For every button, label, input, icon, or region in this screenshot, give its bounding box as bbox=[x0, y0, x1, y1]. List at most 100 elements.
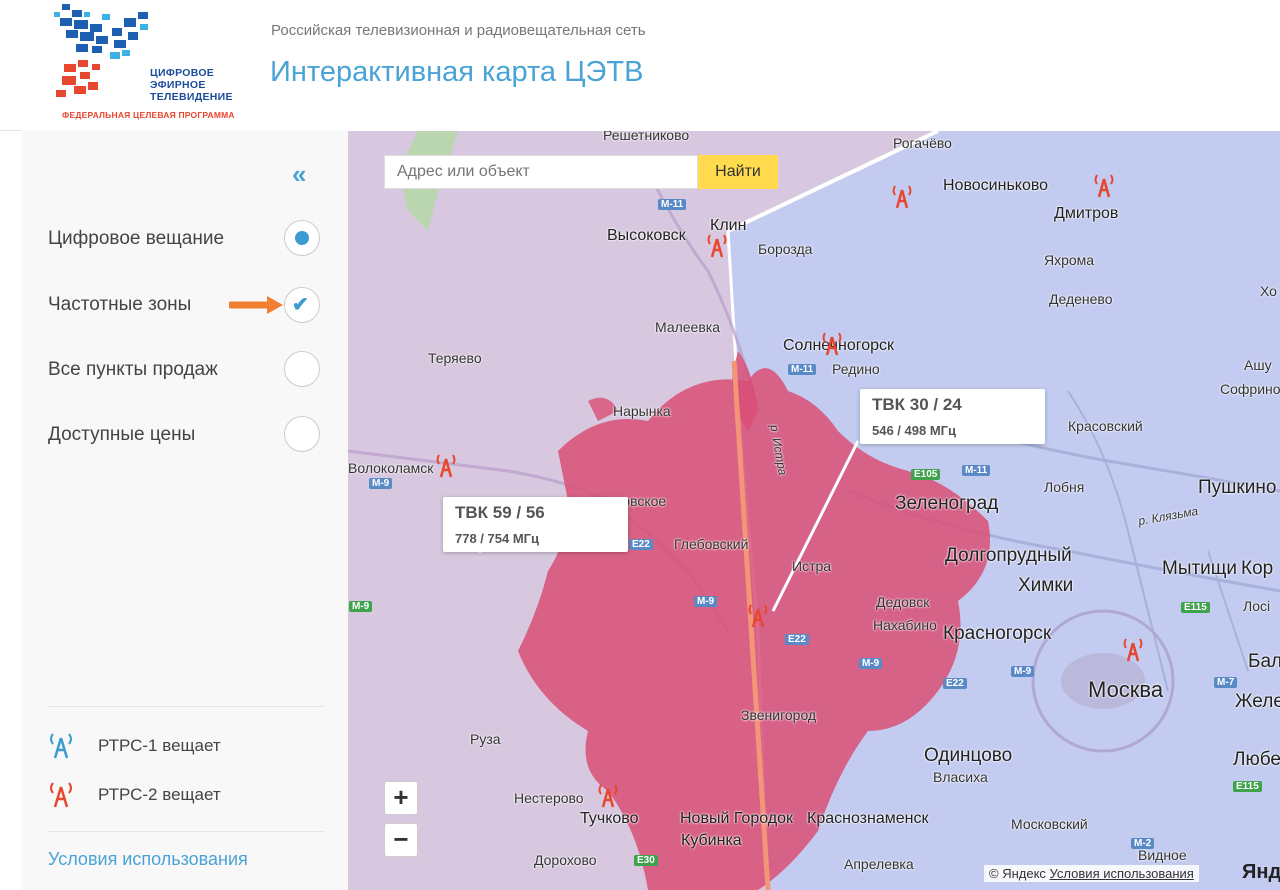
place-label: Дорохово bbox=[534, 852, 597, 868]
tower-red-icon[interactable] bbox=[1094, 173, 1114, 199]
logo-program: ФЕДЕРАЛЬНАЯ ЦЕЛЕВАЯ ПРОГРАММА bbox=[62, 110, 235, 120]
zoom-out-button[interactable]: − bbox=[384, 823, 418, 857]
zone-label-tvk59[interactable]: ТВК 59 / 56 778 / 754 МГц bbox=[443, 497, 628, 552]
copyright-text: © Яндекс bbox=[989, 866, 1046, 881]
layer-label-points-of-sale: Все пункты продаж bbox=[48, 359, 218, 380]
tower-red-icon[interactable] bbox=[598, 783, 618, 809]
place-label: Красногорск bbox=[943, 623, 1052, 644]
terms-divider bbox=[48, 831, 324, 832]
tower-red-icon[interactable] bbox=[892, 184, 912, 210]
place-label: Власиха bbox=[933, 769, 988, 785]
road-shield: M-9 bbox=[694, 596, 718, 607]
road-shield: M-11 bbox=[788, 364, 817, 375]
yandex-brand: Янде bbox=[1242, 861, 1280, 883]
place-label: Нестерово bbox=[514, 790, 584, 806]
layer-label-frequency-zones: Частотные зоны bbox=[48, 294, 192, 315]
zone-frequency: 546 / 498 МГц bbox=[872, 423, 957, 438]
place-label: Деденево bbox=[1049, 291, 1113, 307]
road-shield: M-11 bbox=[658, 199, 687, 210]
logo-line: ЦИФРОВОЕ bbox=[150, 67, 215, 79]
place-label: Теряево bbox=[428, 350, 482, 366]
zone-label-tvk30[interactable]: ТВК 30 / 24 546 / 498 МГц bbox=[860, 389, 1045, 444]
checkmark-icon: ✔ bbox=[292, 294, 309, 316]
place-label: Волоколамск bbox=[348, 460, 434, 476]
tower-red-icon[interactable] bbox=[436, 453, 456, 479]
tower-red-icon[interactable] bbox=[707, 233, 727, 259]
place-label: Краснознаменск bbox=[807, 810, 929, 827]
layer-radio-digital-broadcast[interactable] bbox=[284, 220, 320, 256]
map-copyright: © Яндекс Условия использования bbox=[984, 865, 1199, 882]
place-label: Московский bbox=[1011, 816, 1088, 832]
place-label: Высоковск bbox=[607, 227, 686, 244]
zone-channel: ТВК 59 / 56 bbox=[455, 503, 545, 522]
place-label: Долгопрудный bbox=[945, 545, 1072, 566]
place-label: Нахабино bbox=[873, 617, 937, 633]
legend-label: РТРС-1 вещает bbox=[98, 736, 221, 755]
logo-butterfly-icon bbox=[54, 4, 148, 97]
place-label: Красовский bbox=[1068, 418, 1143, 434]
road-shield: M-9 bbox=[369, 478, 393, 489]
road-shield: E30 bbox=[634, 855, 658, 866]
tower-blue-icon bbox=[50, 733, 72, 759]
zoom-in-button[interactable]: + bbox=[384, 781, 418, 815]
place-label: Решетниково bbox=[603, 131, 690, 143]
place-label: Химки bbox=[1018, 575, 1074, 596]
map[interactable]: Найти Решетниково Рогачёво Новосиньково … bbox=[348, 131, 1280, 890]
tower-red-icon[interactable] bbox=[822, 331, 842, 357]
road-shield: M-11 bbox=[962, 465, 991, 476]
arrow-pointer-icon bbox=[229, 296, 283, 314]
search-box[interactable] bbox=[384, 155, 699, 189]
place-label: Бала bbox=[1248, 651, 1280, 672]
header-divider bbox=[0, 130, 22, 131]
page-subtitle: Российская телевизионная и радиовещатель… bbox=[271, 22, 646, 39]
layer-checkbox-frequency-zones[interactable]: ✔ bbox=[284, 287, 320, 323]
search-button[interactable]: Найти bbox=[698, 155, 778, 189]
place-label: Яхрома bbox=[1044, 252, 1095, 268]
place-label: Глебовский bbox=[674, 536, 749, 552]
place-label: Редино bbox=[832, 361, 880, 377]
sidebar: « Цифровое вещание Частотные зоны ✔ Все … bbox=[22, 131, 348, 890]
place-label: Софрино bbox=[1220, 381, 1280, 397]
road-shield: M-7 bbox=[1214, 677, 1238, 688]
place-label: Желез bbox=[1235, 691, 1280, 712]
layer-checkbox-affordable-prices[interactable] bbox=[284, 416, 320, 452]
logo-line: ЭФИРНОЕ bbox=[150, 79, 206, 91]
map-terms-link[interactable]: Условия использования bbox=[1050, 866, 1194, 881]
place-label: Малеевка bbox=[655, 319, 721, 335]
place-label: Кор bbox=[1241, 558, 1274, 579]
zone-channel: ТВК 30 / 24 bbox=[872, 395, 962, 414]
legend-divider bbox=[48, 706, 324, 707]
tower-red-icon bbox=[50, 782, 72, 808]
page-title: Интерактивная карта ЦЭТВ bbox=[270, 56, 644, 88]
road-shield: M-9 bbox=[1011, 666, 1035, 677]
logo[interactable] bbox=[52, 4, 252, 124]
tower-red-icon[interactable] bbox=[1123, 637, 1143, 663]
place-label: Нарынка bbox=[613, 403, 671, 419]
road-shield: E115 bbox=[1181, 602, 1210, 613]
place-label: Истра bbox=[792, 558, 832, 574]
layer-checkbox-points-of-sale[interactable] bbox=[284, 351, 320, 387]
place-label: Дмитров bbox=[1054, 205, 1119, 222]
place-label: Видное bbox=[1138, 847, 1187, 863]
place-label: Лосі bbox=[1243, 598, 1271, 614]
place-label: Дедовск bbox=[876, 594, 930, 610]
place-label: Хо bbox=[1260, 283, 1277, 299]
legend-label: РТРС-2 вещает bbox=[98, 785, 221, 804]
zone-frequency: 778 / 754 МГц bbox=[455, 531, 540, 546]
search-input[interactable] bbox=[385, 156, 699, 188]
place-label: Одинцово bbox=[924, 745, 1013, 766]
road-shield: E115 bbox=[1233, 781, 1262, 792]
place-label: Руза bbox=[470, 731, 501, 747]
tower-red-icon[interactable] bbox=[748, 603, 768, 629]
logo-text: ЦИФРОВОЕ ЭФИРНОЕ ТЕЛЕВИДЕНИЕ bbox=[150, 67, 233, 103]
collapse-sidebar-button[interactable]: « bbox=[292, 161, 306, 187]
road-shield: E105 bbox=[911, 469, 941, 480]
terms-link[interactable]: Условия использования bbox=[48, 849, 248, 870]
place-label: Лобня bbox=[1044, 479, 1085, 495]
place-label: Борозда bbox=[758, 241, 813, 257]
road-shield: M-2 bbox=[1131, 838, 1155, 849]
layer-label-digital-broadcast: Цифровое вещание bbox=[48, 228, 225, 249]
layer-label-affordable-prices: Доступные цены bbox=[48, 424, 196, 445]
place-label: Новосиньково bbox=[943, 177, 1049, 194]
place-label: Новый Городок bbox=[680, 810, 794, 827]
